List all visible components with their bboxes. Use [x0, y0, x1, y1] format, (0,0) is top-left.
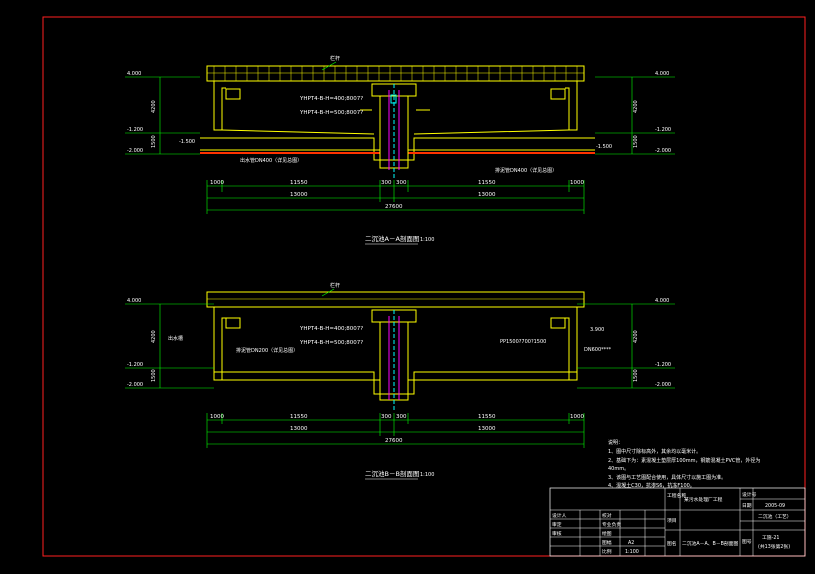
tb-designer-label: 设计人 — [552, 512, 567, 519]
dim-bb-8: 13000 — [478, 426, 496, 432]
elev-bb-top-right: 4.000 — [655, 298, 669, 304]
dim-aa-8: 13000 — [478, 192, 496, 198]
tb-sheet-label: 图号 — [742, 539, 752, 545]
callout-railing: 栏杆 — [330, 55, 340, 62]
elev-bb-side: 3.900 — [590, 327, 604, 333]
tb-scale: 1:100 — [625, 549, 639, 555]
dim-aa-3: 300 — [381, 180, 392, 186]
section-bb-title: 二沉池B－B剖面图 — [365, 469, 419, 478]
callout-ypt-500: YHPT4-B-H=500;8007? — [299, 110, 363, 116]
height-4200-right: 4200 — [633, 100, 639, 113]
callout-bb-ypt-400: YHPT4-B-H=400;8007? — [299, 326, 363, 332]
tb-project: 某污水处理厂工程 — [684, 496, 723, 503]
dim-aa-5: 11550 — [478, 180, 496, 186]
elev-bottom-right: -2.000 — [655, 148, 671, 154]
cad-drawing-sheet: YHPT4-B-H=400;8007? YHPT4-B-H=500;8007? … — [0, 0, 815, 574]
height-bb-1500-left: 1500 — [151, 369, 157, 382]
dim-bb-2: 11550 — [290, 414, 308, 420]
dim-aa-6: 1000 — [570, 180, 584, 186]
tb-draw-label: 绘图 — [602, 530, 612, 537]
tb-date: 2005-09 — [765, 503, 785, 509]
tb-drawing: 二沉池A－A、B－B剖面图 — [682, 540, 739, 547]
section-aa-scale: 1:100 — [420, 237, 434, 243]
dim-aa-1: 1000 — [210, 180, 224, 186]
elev-mid-right: -1.200 — [655, 127, 671, 133]
elev-bottom-left: -2.000 — [127, 148, 143, 154]
height-bb-1500-right: 1500 — [633, 369, 639, 382]
height-4200-left: 4200 — [151, 100, 157, 113]
height-bb-4200-left: 4200 — [151, 330, 157, 343]
tb-item-label: 项目 — [667, 518, 677, 524]
height-1500-right: 1500 — [633, 135, 639, 148]
dim-bb-6: 1000 — [570, 414, 584, 420]
notes-line-3: 40mm。 — [608, 466, 629, 472]
elev-outlet: -1.500 — [179, 139, 195, 145]
elev-bb-top-left: 4.000 — [127, 298, 141, 304]
callout-ypt-400: YHPT4-B-H=400;8007? — [299, 96, 363, 102]
elev-top-left: 4.000 — [127, 71, 141, 77]
elev-bb-mid-right: -1.200 — [655, 362, 671, 368]
elev-bb-mid-left: -1.200 — [127, 362, 143, 368]
dim-aa-total: 27600 — [385, 204, 403, 210]
callout-sludge-pipe: 排泥管DN400（详见总图） — [495, 167, 557, 174]
tb-lead-label: 专业负责 — [602, 521, 621, 528]
notes-line-1: 1、图中尺寸除标高外，其余均以毫米计。 — [608, 448, 701, 455]
elev-bb-bottom-right: -2.000 — [655, 382, 671, 388]
height-1500-left: 1500 — [151, 135, 157, 148]
tb-size: A2 — [628, 540, 634, 546]
notes-line-2: 2、基础下为：素混凝土垫层厚100mm，钢筋混凝土PVC管，外径为 — [608, 457, 760, 464]
section-aa-title: 二沉池A－A剖面图 — [365, 234, 419, 243]
tb-sheet-sub: (共13张第2张) — [758, 543, 790, 550]
callout-bb-pp: PP1500?700?1500 — [500, 339, 546, 345]
notes-heading: 说明： — [608, 439, 623, 446]
elev-top-right: 4.000 — [655, 71, 669, 77]
tb-review-label: 审核 — [552, 530, 562, 537]
tb-date-label: 日期 — [742, 503, 752, 509]
dim-aa-2: 11550 — [290, 180, 308, 186]
callout-outlet-pipe: 出水管DN400（详见总图） — [240, 157, 302, 164]
height-bb-4200-right: 4200 — [633, 330, 639, 343]
dim-bb-4: 300 — [396, 414, 407, 420]
tb-item: 二沉池（工艺） — [758, 513, 792, 520]
tb-drawing-label: 图名 — [667, 540, 677, 547]
elev-bb-bottom-left: -2.000 — [127, 382, 143, 388]
tb-size-label: 图幅 — [602, 539, 612, 546]
dim-aa-4: 300 — [396, 180, 407, 186]
callout-bb-dn600: DN600**** — [584, 347, 612, 353]
tb-design-no-label: 设计号 — [742, 491, 757, 498]
callout-bb-railing: 栏杆 — [330, 282, 340, 289]
section-bb-scale: 1:100 — [420, 472, 434, 478]
dim-bb-1: 1000 — [210, 414, 224, 420]
dim-aa-7: 13000 — [290, 192, 308, 198]
notes-line-4: 3、该图与工艺图配合使用，具体尺寸以施工图为准。 — [608, 474, 726, 481]
dim-bb-7: 13000 — [290, 426, 308, 432]
elev-mid-left: -1.200 — [127, 127, 143, 133]
callout-bb-sludge: 排泥管DN200（详见总图） — [236, 347, 298, 354]
tb-scale-label: 比例 — [602, 548, 612, 555]
tb-approve-label: 审定 — [552, 521, 562, 528]
callout-bb-trough: 出水槽 — [168, 335, 183, 342]
tb-sheet-no: 工施-21 — [762, 534, 779, 541]
dim-bb-3: 300 — [381, 414, 392, 420]
tb-check-label: 校对 — [602, 512, 612, 519]
elev-outlet-right: -1.500 — [596, 144, 612, 150]
callout-bb-ypt-500: YHPT4-B-H=500;8007? — [299, 340, 363, 346]
dim-bb-total: 27600 — [385, 438, 403, 444]
dim-bb-5: 11550 — [478, 414, 496, 420]
